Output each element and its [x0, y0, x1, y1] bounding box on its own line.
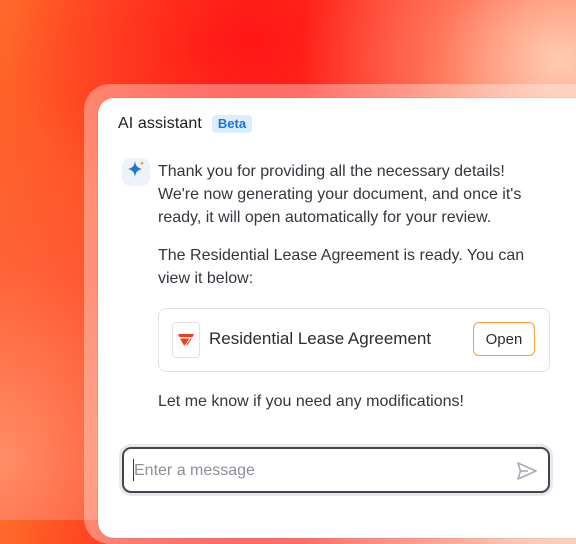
- send-icon[interactable]: [516, 460, 538, 482]
- open-document-button[interactable]: Open: [473, 322, 535, 356]
- document-name: Residential Lease Agreement: [209, 329, 432, 348]
- message-input[interactable]: [132, 457, 506, 485]
- assistant-message-intro: Thank you for providing all the necessar…: [158, 163, 522, 226]
- sparkle-icon: [125, 159, 147, 186]
- beta-badge: Beta: [211, 115, 253, 133]
- assistant-message-ready: The Residential Lease Agreement is ready…: [158, 247, 525, 287]
- message-composer: [122, 447, 550, 493]
- document-logo-icon: [172, 322, 200, 358]
- panel-header: AI assistant Beta: [118, 115, 253, 133]
- document-card[interactable]: Residential Lease Agreement Open: [158, 308, 550, 372]
- assistant-avatar: [122, 158, 150, 186]
- panel-title: AI assistant: [118, 115, 202, 132]
- assistant-message-followup: Let me know if you need any modification…: [158, 393, 464, 410]
- ai-assistant-panel: AI assistant Beta Thank you for providin…: [98, 98, 576, 538]
